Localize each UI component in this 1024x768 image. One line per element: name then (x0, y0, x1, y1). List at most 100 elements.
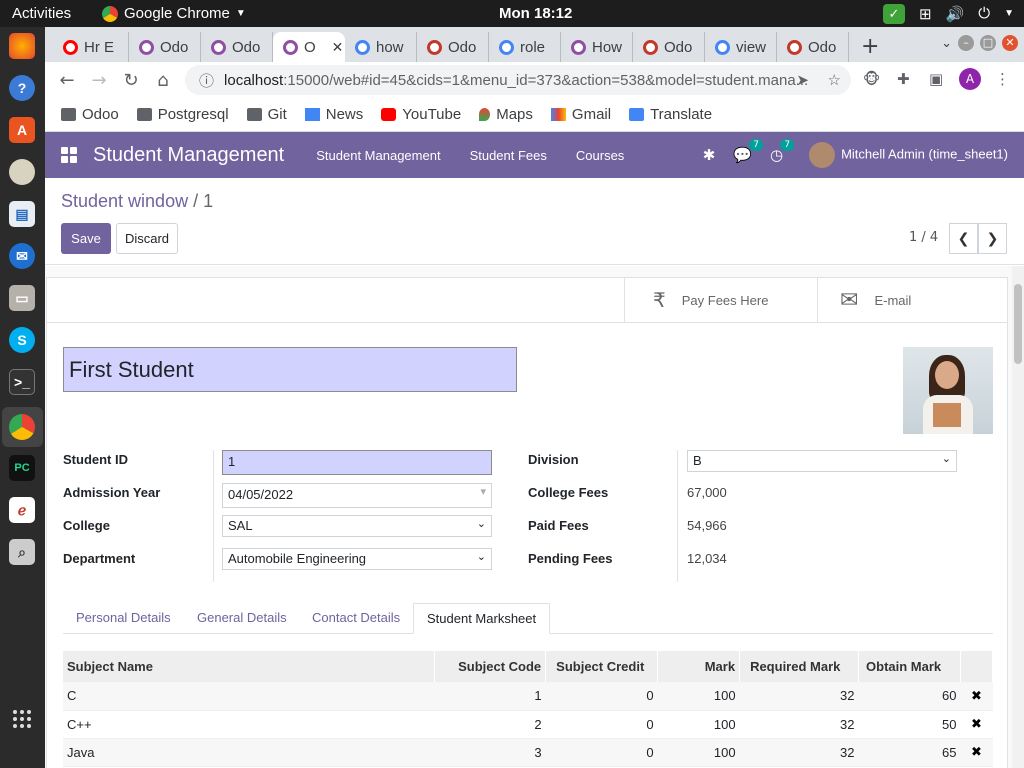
browser-tab[interactable]: Odo (417, 32, 489, 62)
menu-student-management[interactable]: Student Management (316, 148, 440, 163)
app-store-icon[interactable]: A (9, 117, 35, 143)
debug-bug-icon[interactable]: ✱ (703, 146, 716, 164)
table-row[interactable]: Java 3 0 100 32 65 ✖ (63, 738, 993, 767)
app-grid-icon[interactable] (61, 147, 77, 163)
kebab-menu-icon[interactable]: ⋮ (995, 70, 1010, 88)
firefox-icon[interactable] (9, 33, 35, 59)
bookmark-maps[interactable]: Maps (479, 106, 533, 123)
user-menu[interactable]: Mitchell Admin (time_sheet1) (809, 142, 1008, 168)
power-icon[interactable]: ⏻ (978, 5, 990, 22)
cell[interactable]: 32 (739, 738, 859, 767)
cell[interactable]: 100 (657, 710, 740, 739)
browser-tab[interactable]: view (705, 32, 777, 62)
text-editor-icon[interactable]: ▤ (9, 201, 35, 227)
column-header[interactable]: Obtain Mark (858, 651, 961, 682)
cell[interactable]: 2 (434, 710, 546, 739)
browser-tab[interactable]: Odo (201, 32, 273, 62)
browser-tab-active[interactable]: O ✕ (273, 32, 345, 62)
pager-value[interactable]: 1 / 4 (909, 230, 938, 245)
tab-student-marksheet[interactable]: Student Marksheet (413, 603, 551, 634)
cell[interactable]: 100 (657, 682, 740, 711)
table-row[interactable]: C 1 0 100 32 60 ✖ (63, 682, 993, 711)
bookmark-odoo[interactable]: Odoo (61, 106, 119, 123)
column-header[interactable]: Required Mark (739, 651, 860, 682)
app-brand[interactable]: Student Management (93, 144, 284, 167)
pager-next-icon[interactable]: ❯ (978, 223, 1007, 254)
discard-button[interactable]: Discard (116, 223, 178, 254)
bookmark-youtube[interactable]: YouTube (381, 106, 461, 123)
tab-personal-details[interactable]: Personal Details (63, 603, 184, 634)
app-menu[interactable]: Google Chrome ▼ (102, 5, 246, 22)
system-tray[interactable]: ✓ ⊞ 🔊 ⏻ ▼ (882, 3, 1014, 24)
help-icon[interactable]: ? (9, 75, 35, 101)
maximize-icon[interactable]: □ (980, 35, 996, 51)
cell[interactable]: 32 (739, 710, 859, 739)
cell[interactable]: 0 (545, 738, 658, 767)
cell[interactable]: 60 (858, 682, 961, 711)
delete-row-icon[interactable]: ✖ (960, 682, 993, 711)
bookmark-star-icon[interactable]: ☆ (828, 71, 841, 89)
activities-clock-icon[interactable]: ◷ 7 (770, 139, 795, 164)
messages-icon[interactable]: 💬 7 (733, 139, 763, 164)
close-window-icon[interactable]: ✕ (1002, 35, 1018, 51)
extensions-puzzle-icon[interactable]: ✚ (897, 70, 910, 88)
cell[interactable]: 0 (545, 710, 658, 739)
student-id-input[interactable]: 1 (222, 450, 492, 475)
profile-avatar[interactable]: A (959, 68, 981, 90)
thunderbird-icon[interactable]: ✉ (9, 243, 35, 269)
show-applications-icon[interactable] (13, 710, 31, 728)
browser-tab[interactable]: How (561, 32, 633, 62)
cell[interactable]: 0 (545, 682, 658, 711)
scrollbar[interactable] (1012, 266, 1024, 768)
menu-student-fees[interactable]: Student Fees (470, 148, 547, 163)
department-select[interactable]: Automobile Engineering ⌄ (222, 548, 492, 570)
audio-player-icon[interactable] (9, 159, 35, 185)
bookmark-gmail[interactable]: Gmail (550, 106, 611, 123)
division-select[interactable]: B ⌄ (687, 450, 957, 472)
bookmark-news[interactable]: News (304, 106, 363, 123)
screenshot-icon[interactable]: ⌕ (9, 539, 35, 565)
skype-icon[interactable]: S (9, 327, 35, 353)
cell[interactable]: C (63, 682, 435, 711)
delete-row-icon[interactable]: ✖ (960, 738, 993, 767)
column-header[interactable]: Mark (657, 651, 741, 682)
pycharm-icon[interactable]: PC (9, 455, 35, 481)
college-select[interactable]: SAL ⌄ (222, 515, 492, 537)
activities-button[interactable]: Activities (12, 5, 102, 22)
cell[interactable]: C++ (63, 710, 435, 739)
email-button[interactable]: ✉ E-mail (817, 278, 1009, 322)
home-icon[interactable]: ⌂ (147, 70, 179, 91)
browser-tab[interactable]: Odo (777, 32, 849, 62)
save-button[interactable]: Save (61, 223, 111, 254)
network-icon[interactable]: ⊞ (919, 5, 932, 23)
site-info-icon[interactable]: ⓘ (199, 70, 214, 91)
pay-fees-button[interactable]: ₹ Pay Fees Here (624, 278, 817, 322)
student-name-input[interactable]: First Student (63, 347, 517, 392)
delete-row-icon[interactable]: ✖ (960, 710, 993, 739)
close-icon[interactable]: ✕ (332, 39, 344, 56)
cell[interactable]: 32 (739, 682, 859, 711)
browser-tab[interactable]: Odo (633, 32, 705, 62)
side-panel-icon[interactable]: ▣ (929, 70, 943, 88)
tab-general-details[interactable]: General Details (184, 603, 300, 634)
files-icon[interactable]: ▭ (9, 285, 35, 311)
reload-icon[interactable]: ↻ (115, 70, 147, 91)
menu-courses[interactable]: Courses (576, 148, 624, 163)
clock[interactable]: Mon 18:12 (499, 5, 572, 22)
column-header[interactable]: Subject Code (434, 651, 547, 682)
cell[interactable]: 1 (434, 682, 546, 711)
minimize-icon[interactable]: – (958, 35, 974, 51)
update-check-icon[interactable]: ✓ (882, 3, 905, 24)
send-icon[interactable]: ➤ (796, 71, 809, 89)
terminal-icon[interactable]: >_ (9, 369, 35, 395)
extension-monkey-icon[interactable]: 🐵 (863, 70, 880, 88)
cell[interactable]: 3 (434, 738, 546, 767)
cell[interactable]: 100 (657, 738, 740, 767)
browser-tab[interactable]: role (489, 32, 561, 62)
browser-tab[interactable]: Hr E (53, 32, 129, 62)
chevron-down-icon[interactable]: ▼ (1004, 8, 1014, 19)
scrollbar-thumb[interactable] (1014, 284, 1022, 364)
breadcrumb-link[interactable]: Student window (61, 191, 188, 211)
admission-year-input[interactable]: 04/05/2022 ▾ (222, 483, 492, 508)
back-icon[interactable]: ← (51, 70, 83, 91)
